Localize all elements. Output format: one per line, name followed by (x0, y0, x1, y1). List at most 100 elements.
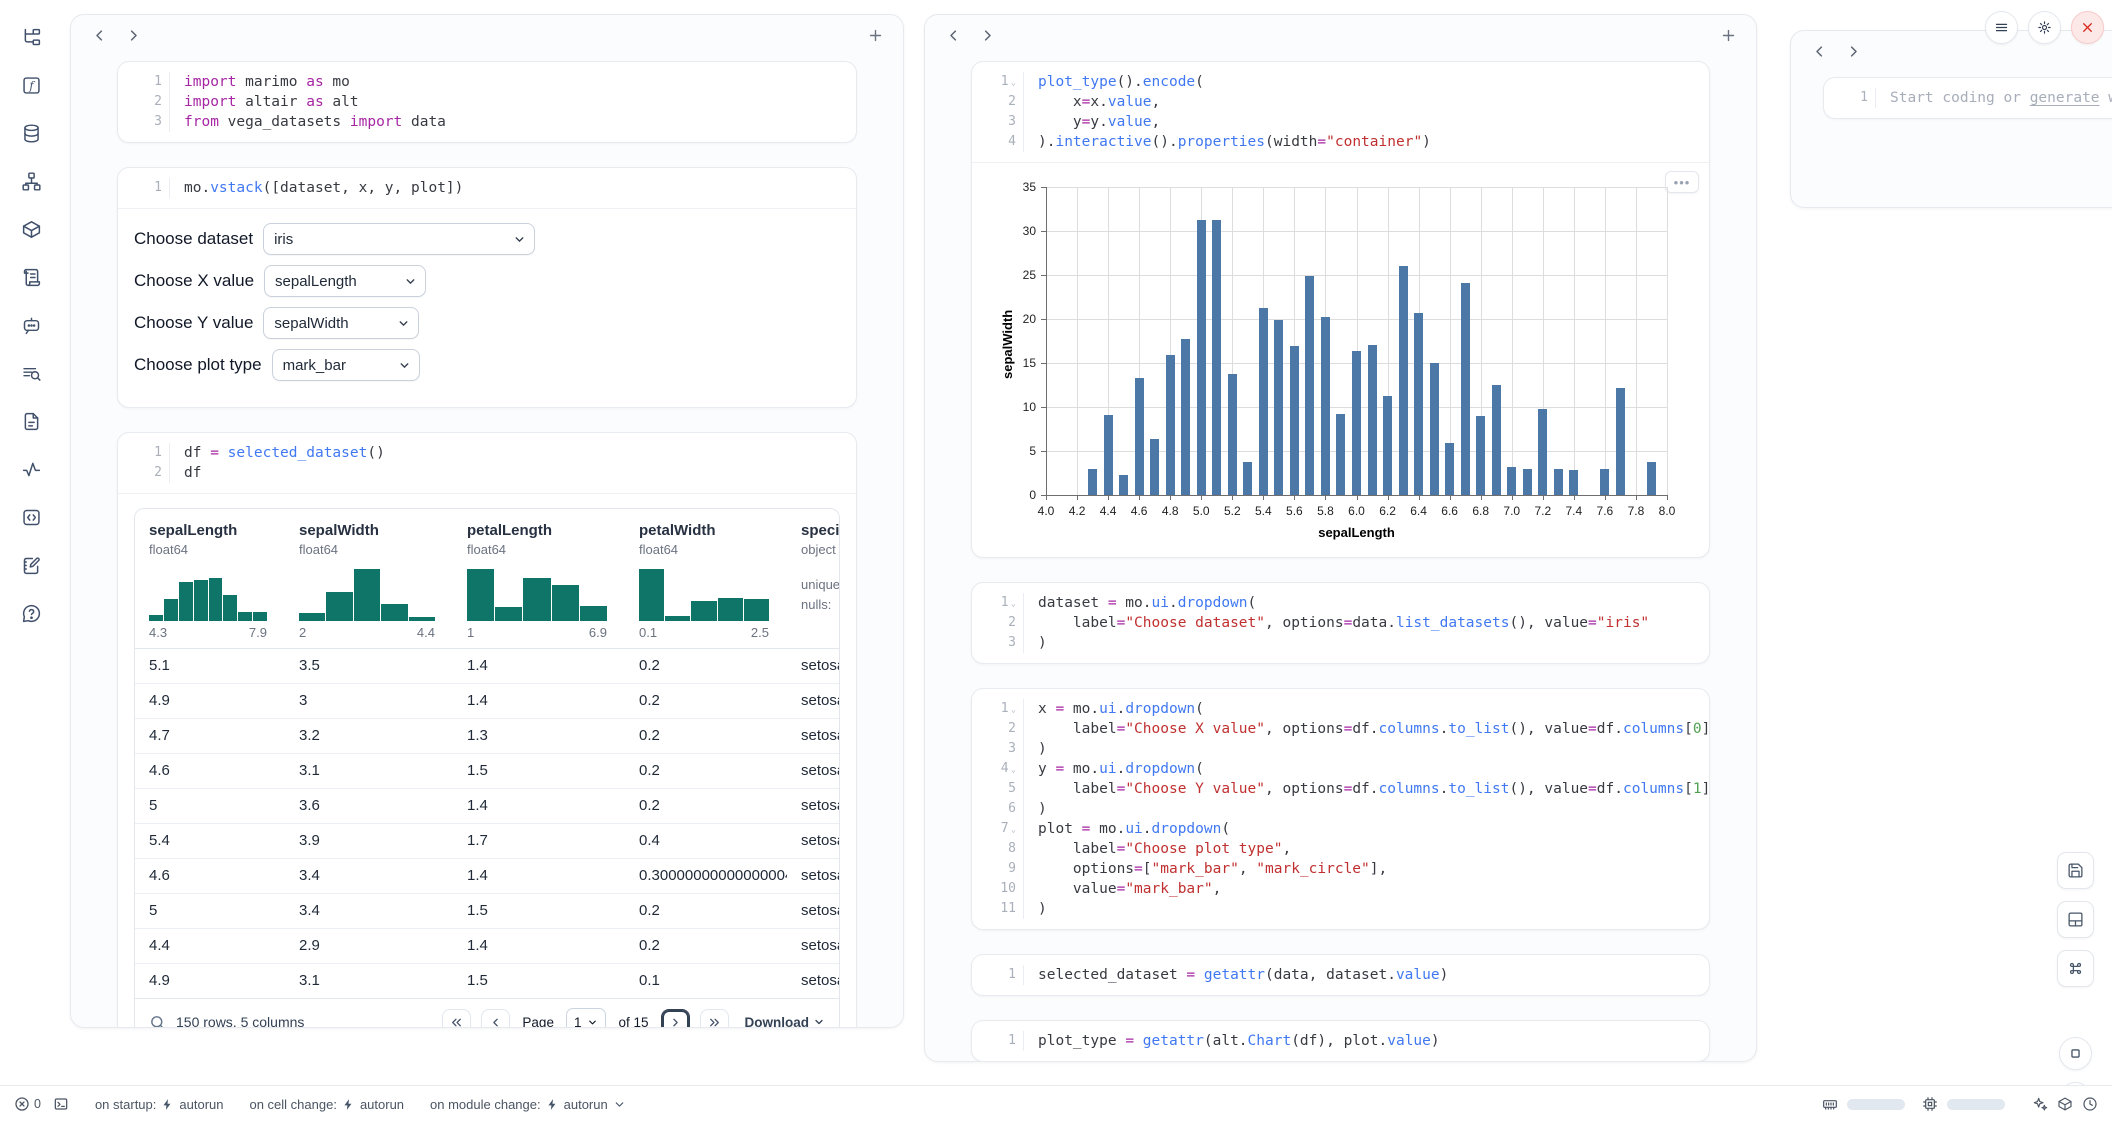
chevron-right-icon[interactable] (119, 21, 147, 49)
code-line[interactable]: 3) (972, 633, 1709, 653)
column-header[interactable]: sepalLengthfloat644.37.9 (135, 521, 285, 640)
code-line[interactable]: 4).interactive().properties(width="conta… (972, 132, 1709, 152)
sparkles-ai-icon[interactable] (2032, 1096, 2048, 1112)
code-line[interactable]: 1plot_type = getattr(alt.Chart(df), plot… (972, 1031, 1709, 1051)
command-shortcuts-icon[interactable] (2057, 950, 2094, 987)
code-line[interactable]: 11) (972, 899, 1709, 919)
code-editor[interactable]: 1⌄dataset = mo.ui.dropdown(2 label="Choo… (972, 583, 1709, 663)
chevron-left-icon[interactable] (85, 21, 113, 49)
console-square-icon[interactable] (2059, 1037, 2092, 1070)
fold-chevron-icon[interactable]: ⌄ (1011, 820, 1016, 840)
code-line[interactable]: 2df (118, 463, 856, 483)
menu-icon[interactable] (1985, 11, 2018, 44)
code-line[interactable]: 9 options=["mark_bar", "mark_circle"], (972, 859, 1709, 879)
next-page-button[interactable] (661, 1009, 690, 1029)
notebook-pen-icon[interactable] (14, 548, 48, 582)
code-snippets-icon[interactable] (14, 500, 48, 534)
cell-dataframe[interactable]: 1df = selected_dataset()2df sepalLengthf… (117, 432, 857, 1028)
fold-chevron-icon[interactable]: ⌄ (1011, 594, 1016, 614)
activity-icon[interactable] (14, 452, 48, 486)
column-header[interactable]: sepalWidthfloat6424.4 (285, 521, 453, 640)
network-icon[interactable] (14, 164, 48, 198)
code-line[interactable]: 2 label="Choose X value", options=df.col… (972, 719, 1709, 739)
help-bubble-icon[interactable] (14, 596, 48, 630)
file-text-icon[interactable] (14, 404, 48, 438)
cell-plot[interactable]: 1⌄plot_type().encode(2 x=x.value,3 y=y.v… (971, 61, 1710, 558)
page-select[interactable]: 1 (566, 1008, 607, 1028)
file-tree-icon[interactable] (14, 20, 48, 54)
code-line[interactable]: 1Start coding or generate with (1824, 88, 2112, 108)
on-cell-change-setting[interactable]: on cell change: autorun (249, 1097, 404, 1112)
add-cell-icon[interactable] (861, 21, 889, 49)
runtime-clock-icon[interactable] (2082, 1096, 2098, 1112)
dropdown-select[interactable]: iris (263, 223, 535, 255)
code-editor[interactable]: 1df = selected_dataset()2df (118, 433, 856, 493)
code-editor[interactable]: 1selected_dataset = getattr(data, datase… (972, 955, 1709, 995)
first-page-button[interactable] (442, 1009, 471, 1029)
column-header[interactable]: petalLengthfloat6416.9 (453, 521, 625, 640)
vega-bar-chart[interactable]: 051015202530354.04.24.44.64.85.05.25.45.… (988, 173, 1685, 545)
code-line[interactable]: 2 label="Choose dataset", options=data.l… (972, 613, 1709, 633)
chevron-left-icon[interactable] (939, 21, 967, 49)
code-line[interactable]: 1⌄x = mo.ui.dropdown( (972, 699, 1709, 719)
code-line[interactable]: 5 label="Choose Y value", options=df.col… (972, 779, 1709, 799)
save-icon[interactable] (2057, 852, 2094, 889)
list-search-icon[interactable] (14, 356, 48, 390)
fold-chevron-icon[interactable]: ⌄ (1011, 760, 1016, 780)
scroll-icon[interactable] (14, 260, 48, 294)
fold-chevron-icon[interactable]: ⌄ (1011, 73, 1016, 93)
dropdown-select[interactable]: mark_bar (272, 349, 420, 381)
code-editor[interactable]: 1import marimo as mo2import altair as al… (118, 62, 856, 142)
on-startup-setting[interactable]: on startup: autorun (95, 1097, 224, 1112)
column-header[interactable]: petalWidthfloat640.12.5 (625, 521, 787, 640)
code-editor[interactable]: 1mo.vstack([dataset, x, y, plot]) (118, 168, 856, 208)
dropdown-select[interactable]: sepalWidth (263, 307, 419, 339)
terminal-icon[interactable] (53, 1096, 69, 1112)
gear-icon[interactable] (2028, 11, 2061, 44)
layout-panels-icon[interactable] (2057, 901, 2094, 938)
cell-plot-type[interactable]: 1plot_type = getattr(alt.Chart(df), plot… (971, 1020, 1710, 1062)
cell-imports[interactable]: 1import marimo as mo2import altair as al… (117, 61, 857, 143)
chat-bot-icon[interactable] (14, 308, 48, 342)
code-line[interactable]: 4⌄y = mo.ui.dropdown( (972, 759, 1709, 779)
last-page-button[interactable] (700, 1009, 729, 1029)
code-line[interactable]: 8 label="Choose plot type", (972, 839, 1709, 859)
chevron-right-icon[interactable] (1839, 37, 1867, 65)
cell-scratch-empty[interactable]: 1Start coding or generate with (1823, 77, 2112, 119)
function-square-icon[interactable]: f (14, 68, 48, 102)
code-line[interactable]: 1import marimo as mo (118, 72, 856, 92)
on-module-change-setting[interactable]: on module change: autorun (430, 1097, 626, 1112)
code-editor-placeholder[interactable]: 1Start coding or generate with (1824, 78, 2112, 118)
code-line[interactable]: 3) (972, 739, 1709, 759)
code-line[interactable]: 1mo.vstack([dataset, x, y, plot]) (118, 178, 856, 198)
code-line[interactable]: 2 x=x.value, (972, 92, 1709, 112)
code-line[interactable]: 10 value="mark_bar", (972, 879, 1709, 899)
search-icon[interactable] (149, 1014, 166, 1029)
prev-page-button[interactable] (481, 1009, 510, 1029)
code-editor[interactable]: 1⌄plot_type().encode(2 x=x.value,3 y=y.v… (972, 62, 1709, 162)
code-editor[interactable]: 1plot_type = getattr(alt.Chart(df), plot… (972, 1021, 1709, 1061)
chevron-right-icon[interactable] (973, 21, 1001, 49)
shutdown-close-icon[interactable] (2071, 11, 2104, 44)
column-header[interactable]: speciesobjectunique:nulls: (787, 521, 839, 640)
dropdown-select[interactable]: sepalLength (264, 265, 426, 297)
code-line[interactable]: 7⌄plot = mo.ui.dropdown( (972, 819, 1709, 839)
errors-indicator-icon[interactable]: 0 (14, 1096, 41, 1112)
code-line[interactable]: 1selected_dataset = getattr(data, datase… (972, 965, 1709, 985)
fold-chevron-icon[interactable]: ⌄ (1011, 700, 1016, 720)
cell-vstack[interactable]: 1mo.vstack([dataset, x, y, plot]) Choose… (117, 167, 857, 408)
add-cell-icon[interactable] (1714, 21, 1742, 49)
code-line[interactable]: 1⌄plot_type().encode( (972, 72, 1709, 92)
package-icon[interactable] (14, 212, 48, 246)
download-button[interactable]: Download (745, 1015, 826, 1029)
cell-selected-dataset[interactable]: 1selected_dataset = getattr(data, datase… (971, 954, 1710, 996)
code-editor[interactable]: 1⌄x = mo.ui.dropdown(2 label="Choose X v… (972, 689, 1709, 929)
code-line[interactable]: 1⌄dataset = mo.ui.dropdown( (972, 593, 1709, 613)
cell-dataset-dropdown[interactable]: 1⌄dataset = mo.ui.dropdown(2 label="Choo… (971, 582, 1710, 664)
package-manager-icon[interactable] (2057, 1096, 2073, 1112)
code-line[interactable]: 1df = selected_dataset() (118, 443, 856, 463)
chevron-left-icon[interactable] (1805, 37, 1833, 65)
code-line[interactable]: 6) (972, 799, 1709, 819)
cell-xy-plot-dropdowns[interactable]: 1⌄x = mo.ui.dropdown(2 label="Choose X v… (971, 688, 1710, 930)
code-line[interactable]: 2import altair as alt (118, 92, 856, 112)
